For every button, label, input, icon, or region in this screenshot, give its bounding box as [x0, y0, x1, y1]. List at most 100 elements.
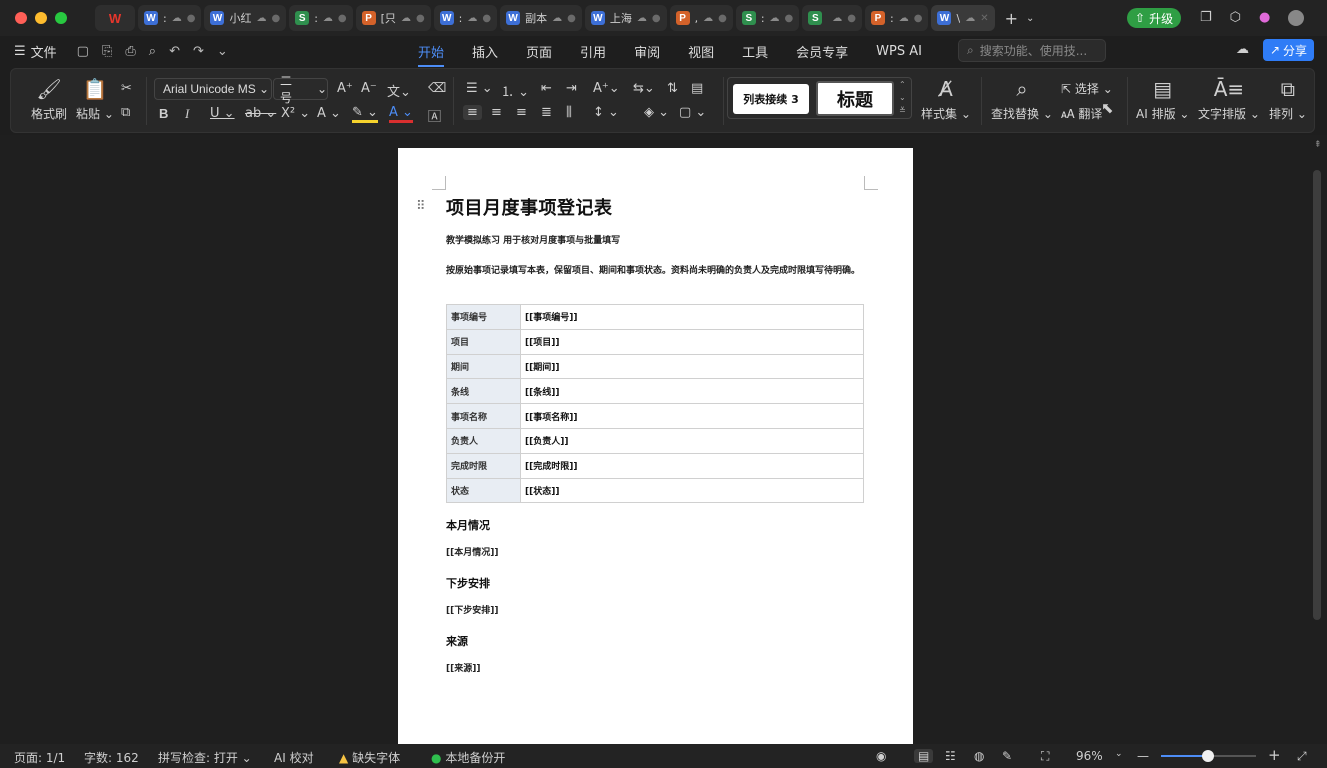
italic-icon[interactable]: I: [185, 106, 189, 122]
section-value[interactable]: [[来源]]: [446, 661, 480, 674]
document-tab[interactable]: P, ☁ ●: [669, 5, 733, 31]
document-tab[interactable]: W 副本 ☁ ●: [500, 5, 582, 31]
field-value[interactable]: [[期间]]: [520, 353, 864, 380]
bullet-list-icon[interactable]: ☰ ⌄: [466, 81, 493, 96]
shading-icon[interactable]: ◈ ⌄: [644, 105, 669, 120]
zoom-slider-handle[interactable]: [1201, 750, 1214, 762]
document-tab[interactable]: W 小红 ☁ ●: [204, 5, 287, 31]
numbered-list-icon[interactable]: ⒈ ⌄: [501, 81, 529, 100]
clear-format-icon[interactable]: ⌫: [428, 81, 446, 96]
section-heading[interactable]: 本月情况: [446, 517, 490, 533]
scroll-top-icon[interactable]: ⇞: [1314, 140, 1322, 150]
phonetic-guide-icon[interactable]: 文⌄: [387, 81, 411, 100]
field-value[interactable]: [[项目]]: [520, 328, 864, 355]
field-value[interactable]: [[事项编号]]: [520, 304, 864, 330]
font-color-icon[interactable]: A ⌄: [389, 106, 413, 123]
zoom-chevron-icon[interactable]: ⌄: [1115, 749, 1123, 759]
document-page[interactable]: ⠿ 项目月度事项登记表 教学模拟练习 用于核对月度事项与批量填写 按原始事项记录…: [398, 148, 913, 748]
field-label[interactable]: 事项名称: [446, 403, 521, 429]
minimize-window-button[interactable]: [35, 12, 47, 24]
save-icon[interactable]: ▢: [77, 44, 89, 59]
sort-icon[interactable]: ⇆⌄: [633, 81, 655, 96]
text-effect-icon[interactable]: A ⌄: [317, 106, 341, 121]
page-count[interactable]: 页面: 1/1: [14, 749, 65, 766]
font-size-select[interactable]: 二号 ⌄: [273, 74, 328, 105]
page-view-icon[interactable]: ▤: [914, 749, 934, 763]
justify-icon[interactable]: ≣: [541, 105, 552, 120]
styles-scroll-down-icon[interactable]: ⌄: [899, 93, 906, 102]
styles-scroll-up-icon[interactable]: ⌃: [899, 80, 906, 89]
field-value[interactable]: [[状态]]: [520, 477, 864, 504]
align-center-icon[interactable]: ≡: [491, 105, 502, 120]
export-icon[interactable]: ⎘: [102, 44, 112, 59]
fit-page-icon[interactable]: ⛶: [1041, 749, 1049, 764]
ai-proofread-button[interactable]: AI 校对: [274, 749, 314, 766]
field-label[interactable]: 负责人: [446, 427, 521, 454]
section-value[interactable]: [[本月情况]]: [446, 545, 498, 558]
eye-icon[interactable]: ◉: [876, 749, 886, 763]
document-tab[interactable]: W: ☁ ●: [433, 5, 498, 31]
field-value[interactable]: [[事项名称]]: [520, 403, 864, 429]
wps-home-tab[interactable]: W: [95, 5, 135, 31]
cloud-sync-icon[interactable]: ☁: [1236, 42, 1249, 57]
shrink-font-icon[interactable]: A⁻: [361, 81, 377, 96]
search-input[interactable]: ⌕ 搜索功能、使用技...: [958, 39, 1106, 62]
find-replace-button[interactable]: ⌕ 查找替换 ⌄: [991, 77, 1053, 122]
cube-icon[interactable]: ⬡: [1230, 10, 1241, 26]
upgrade-button[interactable]: ⇧ 升级: [1127, 8, 1182, 28]
document-tab[interactable]: P [只 ☁ ●: [355, 5, 431, 31]
window-mode-icon[interactable]: ❐: [1200, 10, 1212, 26]
drag-handle-icon[interactable]: ⠿: [416, 199, 426, 214]
menu-tab[interactable]: WPS AI: [876, 44, 922, 59]
field-value[interactable]: [[完成时限]]: [520, 452, 864, 479]
field-label[interactable]: 事项编号: [446, 304, 521, 330]
text-direction-icon[interactable]: A⁺⌄: [593, 81, 620, 96]
underline-icon[interactable]: U ⌄: [210, 106, 235, 121]
menu-tab[interactable]: 插入: [472, 42, 498, 61]
distributed-icon[interactable]: ⫼: [566, 105, 572, 120]
menu-tab[interactable]: 审阅: [634, 42, 660, 61]
document-tab[interactable]: S ☁ ●: [802, 5, 863, 31]
copy-icon[interactable]: ⧉: [121, 105, 130, 120]
font-name-select[interactable]: Arial Unicode MS ⌄: [154, 78, 272, 100]
zoom-in-icon[interactable]: +: [1268, 746, 1281, 764]
align-left-icon[interactable]: ≡: [463, 105, 482, 120]
translate-button[interactable]: 🗚 翻译: [1061, 105, 1102, 122]
borders-icon[interactable]: ▢ ⌄: [679, 105, 706, 120]
local-backup-button[interactable]: ● 本地备份开: [431, 749, 505, 766]
section-value[interactable]: [[下步安排]]: [446, 603, 498, 616]
text-layout-button[interactable]: Ā≡ 文字排版 ⌄: [1198, 77, 1260, 122]
highlight-icon[interactable]: ✎ ⌄: [352, 106, 378, 123]
menu-tab[interactable]: 开始: [418, 42, 445, 67]
field-value[interactable]: [[条线]]: [520, 378, 864, 405]
document-tab[interactable]: W 上海 ☁ ●: [584, 5, 667, 31]
more-chevron-icon[interactable]: ⌄: [217, 44, 228, 59]
redo-icon[interactable]: ↷: [193, 44, 204, 59]
bold-icon[interactable]: B: [159, 106, 168, 121]
menu-tab[interactable]: 视图: [688, 42, 714, 61]
char-border-icon[interactable]: 🄰: [428, 106, 441, 125]
undo-icon[interactable]: ↶: [169, 44, 180, 59]
field-label[interactable]: 项目: [446, 328, 521, 355]
file-menu[interactable]: ☰ 文件: [14, 42, 57, 61]
ai-assistant-icon[interactable]: ●: [1259, 10, 1270, 26]
zoom-level[interactable]: 96%: [1076, 749, 1103, 763]
document-tab[interactable]: S: ☁ ●: [735, 5, 800, 31]
zoom-slider[interactable]: [1161, 750, 1256, 762]
field-label[interactable]: 完成时限: [446, 452, 521, 479]
increase-indent-icon[interactable]: ⇥: [566, 81, 577, 96]
spell-check-toggle[interactable]: 拼写检查: 打开 ⌄: [158, 749, 252, 766]
select-button[interactable]: ⇱ 选择 ⌄: [1061, 80, 1113, 97]
print-icon[interactable]: ⎙: [125, 44, 135, 59]
document-tab[interactable]: S: ☁ ●: [289, 5, 353, 31]
superscript-icon[interactable]: X² ⌄: [281, 106, 310, 121]
align-right-icon[interactable]: ≡: [516, 105, 527, 120]
menu-tab[interactable]: 引用: [580, 42, 606, 61]
menu-tab[interactable]: 工具: [742, 42, 768, 61]
document-tab[interactable]: P: ☁ ●: [865, 5, 929, 31]
zoom-window-button[interactable]: [55, 12, 67, 24]
line-sort-icon[interactable]: ⇅: [667, 81, 678, 96]
styles-expand-icon[interactable]: ≚: [899, 106, 906, 115]
outline-view-icon[interactable]: ☷: [945, 749, 956, 763]
section-heading[interactable]: 下步安排: [446, 575, 490, 591]
